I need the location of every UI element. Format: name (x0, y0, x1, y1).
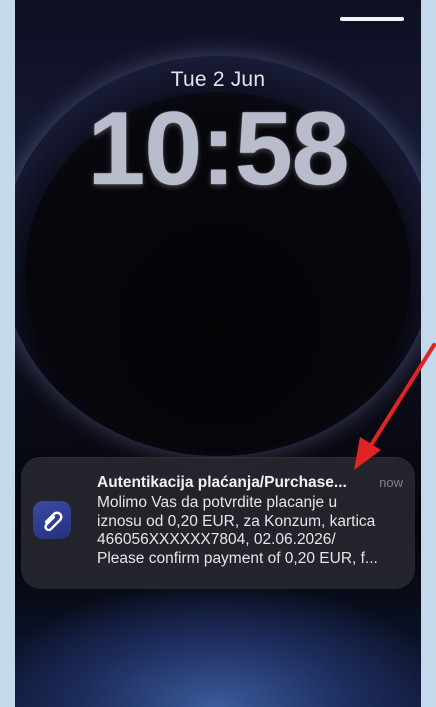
home-indicator-bar (340, 17, 404, 21)
notification-body-line: 466056XXXXXX7804, 02.06.2026/ (97, 531, 336, 548)
notification-body: Molimo Vas da potvrdite placanje u iznos… (97, 494, 397, 568)
payment-notification[interactable]: Autentikacija plaćanja/Purchase... now M… (21, 457, 415, 589)
notification-time: now (379, 475, 403, 490)
screenshot-frame: Tue 2 Jun 10:58 Autentikacija plaćanja/P… (0, 0, 436, 707)
notification-title: Autentikacija plaćanja/Purchase... (97, 474, 347, 491)
lock-screen-date: Tue 2 Jun (170, 68, 266, 91)
notification-body-line: Please confirm payment of 0,20 EUR, f... (97, 549, 378, 567)
notification-body-line: iznosu od 0,20 EUR, za Konzum, kartica (97, 512, 376, 530)
notification-body-line: Molimo Vas da potvrdite placanje u (97, 494, 338, 511)
lock-screen-clock: 10:58 (87, 91, 350, 207)
lock-screen: Tue 2 Jun 10:58 Autentikacija plaćanja/P… (15, 0, 421, 707)
paperclip-icon (33, 501, 71, 539)
